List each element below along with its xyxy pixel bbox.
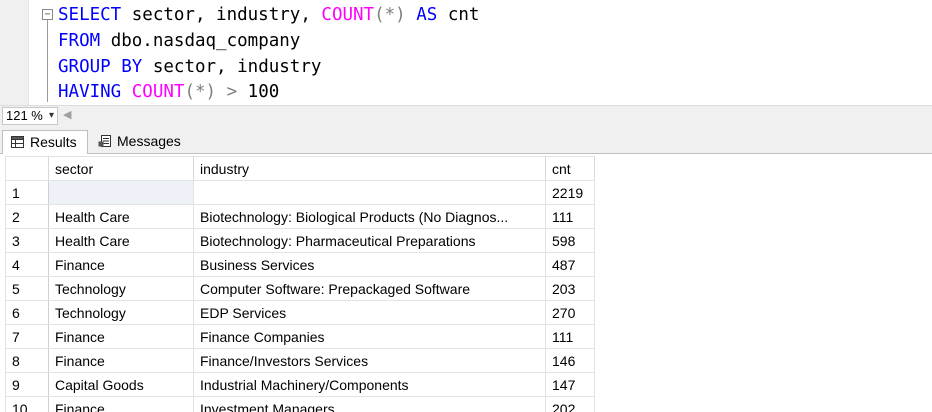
cell-sector[interactable] [48,180,194,205]
column-header-industry[interactable]: industry [193,156,546,181]
keyword-select: SELECT [58,5,122,25]
table-row[interactable]: 2 Health Care Biotechnology: Biological Pr… [5,204,595,229]
keyword-having: HAVING [58,82,122,102]
keyword-group-by: GROUP BY [58,57,143,77]
tab-messages-label: Messages [117,133,181,149]
tab-results[interactable]: Results [2,130,88,154]
cell-industry[interactable]: Finance Companies [193,324,546,349]
cell-cnt[interactable]: 147 [545,372,595,397]
row-number[interactable]: 2 [5,204,49,229]
cell-sector[interactable]: Capital Goods [48,372,194,397]
cell-cnt[interactable]: 270 [545,300,595,325]
zoom-value: 121 % [6,108,43,123]
scroll-left-icon[interactable]: ◀ [63,108,71,121]
grid-icon [11,136,24,148]
row-number[interactable]: 1 [5,180,49,205]
table-row[interactable]: 10 Finance Investment Managers 202 [5,396,595,412]
cell-industry[interactable]: Computer Software: Prepackaged Software [193,276,546,301]
column-header-sector[interactable]: sector [48,156,194,181]
table-row[interactable]: 8 Finance Finance/Investors Services 146 [5,348,595,373]
count-args: (*) [184,82,217,102]
cell-industry[interactable]: Industrial Machinery/Components [193,372,546,397]
messages-icon [98,135,111,147]
cell-sector[interactable]: Finance [48,324,194,349]
table-row[interactable]: 5 Technology Computer Software: Prepackage… [5,276,595,301]
row-number[interactable]: 4 [5,252,49,277]
row-number[interactable]: 5 [5,276,49,301]
alias-name: cnt [437,5,480,25]
results-table: sector industry cnt 1 2219 2 Health Care Bio… [5,156,595,412]
fold-guide-line [47,20,48,102]
tab-results-label: Results [30,134,77,150]
cell-industry[interactable]: Investment Managers [193,396,546,412]
keyword-as: AS [405,5,438,25]
cell-industry[interactable]: Finance/Investors Services [193,348,546,373]
cell-cnt[interactable]: 111 [545,204,595,229]
editor-gutter [0,0,28,105]
cell-industry[interactable] [193,180,546,205]
header-row: sector industry cnt [5,156,595,181]
results-tab-strip: Results Messages [0,127,932,154]
keyword-from: FROM [58,31,101,51]
row-number[interactable]: 6 [5,300,49,325]
table-row[interactable]: 1 2219 [5,180,595,205]
row-number[interactable]: 7 [5,324,49,349]
results-grid[interactable]: sector industry cnt 1 2219 2 Health Care Bio… [5,156,932,412]
collapse-toggle-icon[interactable]: − [42,9,53,20]
code-line-2[interactable]: FROM dbo.nasdaq_company [58,29,300,53]
cell-cnt[interactable]: 146 [545,348,595,373]
cell-sector[interactable]: Finance [48,252,194,277]
table-name: dbo.nasdaq_company [100,31,301,51]
group-columns: sector, industry [142,57,322,77]
table-row[interactable]: 9 Capital Goods Industrial Machinery/Compo… [5,372,595,397]
table-row[interactable]: 6 Technology EDP Services 270 [5,300,595,325]
change-tracking-bar [28,0,35,105]
code-line-4[interactable]: HAVING COUNT(*) > 100 [58,80,279,104]
code-line-3[interactable]: GROUP BY sector, industry [58,55,321,79]
row-number[interactable]: 10 [5,396,49,412]
code-line-1[interactable]: SELECT sector, industry, COUNT(*) AS cnt [58,3,479,27]
count-args: (*) [374,5,406,25]
zoom-dropdown[interactable]: 121 % ▾ [2,107,58,125]
cell-sector[interactable]: Health Care [48,204,194,229]
function-count: COUNT [121,82,185,102]
cell-cnt[interactable]: 2219 [545,180,595,205]
table-row[interactable]: 4 Finance Business Services 487 [5,252,595,277]
cell-industry[interactable]: Business Services [193,252,546,277]
cell-industry[interactable]: Biotechnology: Biological Products (No D… [193,204,546,229]
query-editor[interactable]: − SELECT sector, industry, COUNT(*) AS c… [0,0,932,105]
cell-sector[interactable]: Technology [48,276,194,301]
table-row[interactable]: 3 Health Care Biotechnology: Pharmaceutica… [5,228,595,253]
cell-cnt[interactable]: 111 [545,324,595,349]
cell-sector[interactable]: Technology [48,300,194,325]
editor-status-row: 121 % ▾ ◀ [0,105,932,127]
row-number[interactable]: 8 [5,348,49,373]
row-number-header[interactable] [5,156,49,181]
cell-cnt[interactable]: 203 [545,276,595,301]
cell-industry[interactable]: Biotechnology: Pharmaceutical Preparatio… [193,228,546,253]
having-value: 100 [237,82,280,102]
cell-industry[interactable]: EDP Services [193,300,546,325]
cell-sector[interactable]: Finance [48,396,194,412]
operator-greater: > [216,82,238,102]
cell-sector[interactable]: Finance [48,348,194,373]
column-header-cnt[interactable]: cnt [545,156,595,181]
chevron-down-icon[interactable]: ▾ [49,108,54,124]
row-number[interactable]: 3 [5,228,49,253]
cell-cnt[interactable]: 598 [545,228,595,253]
tab-messages[interactable]: Messages [90,130,186,154]
cell-cnt[interactable]: 487 [545,252,595,277]
row-number[interactable]: 9 [5,372,49,397]
function-count: COUNT [321,5,375,25]
cell-sector[interactable]: Health Care [48,228,194,253]
cell-cnt[interactable]: 202 [545,396,595,412]
select-columns: sector, industry, [121,5,322,25]
table-row[interactable]: 7 Finance Finance Companies 111 [5,324,595,349]
